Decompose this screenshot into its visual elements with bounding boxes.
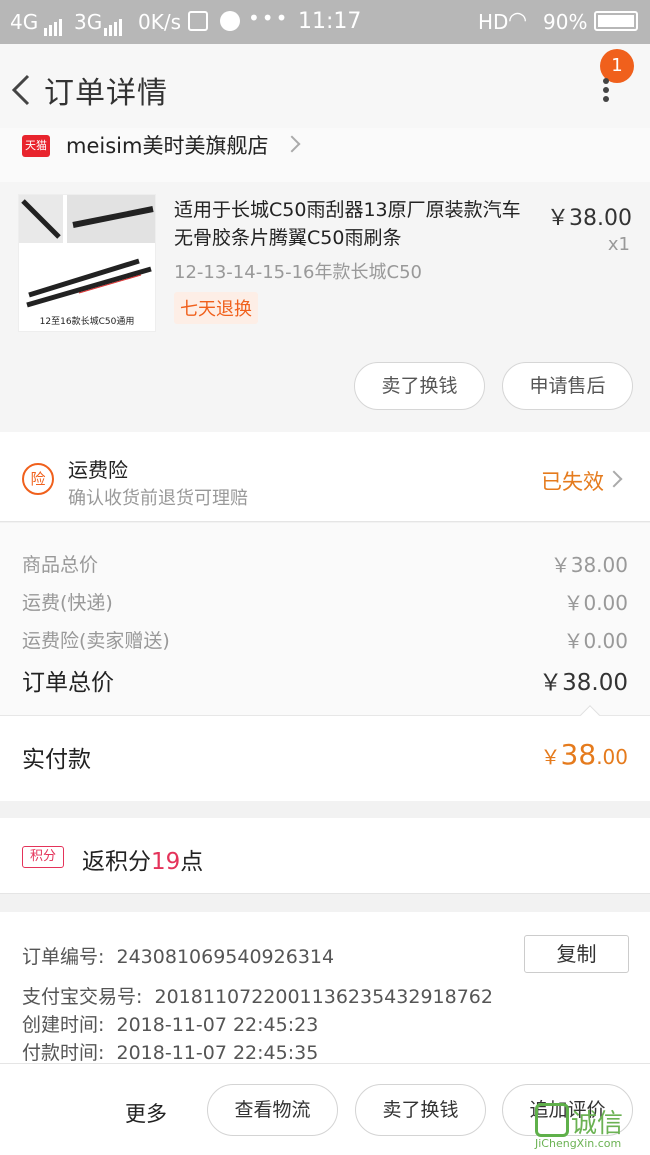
shipping-value: ￥0.00 bbox=[563, 591, 628, 615]
sell-for-cash-bottom-button[interactable]: 卖了换钱 bbox=[355, 1084, 486, 1136]
actual-payment-row: 实付款 ￥38.00 bbox=[0, 705, 650, 801]
carrier-4g: 4G bbox=[10, 10, 39, 34]
view-logistics-button[interactable]: 查看物流 bbox=[207, 1084, 338, 1136]
app-icon bbox=[220, 11, 240, 31]
order-number: 243081069540926314 bbox=[116, 946, 335, 968]
thumbnail-caption: 12至16款长城C50通用 bbox=[39, 317, 135, 327]
payment-decimal: .00 bbox=[596, 745, 628, 769]
carrier-3g: 3G bbox=[74, 10, 103, 34]
points-text: 返积分19点 bbox=[82, 842, 203, 876]
wiper-blade-image bbox=[19, 195, 155, 308]
created-label: 创建时间: bbox=[22, 1014, 105, 1036]
points-prefix: 返积分 bbox=[82, 849, 151, 875]
watermark-logo: 诚信 JiChengXin.com bbox=[535, 1103, 645, 1151]
created-time-row: 创建时间: 2018-11-07 22:45:23 bbox=[22, 1010, 318, 1037]
product-quantity: x1 bbox=[607, 234, 630, 255]
more-button[interactable]: 更多 bbox=[125, 1098, 167, 1128]
watermark-domain: JiChengXin.com bbox=[535, 1137, 622, 1150]
product-card: 12至16款长城C50通用 适用于长城C50雨刮器13原厂原装款汽车无骨胶条片腾… bbox=[0, 182, 650, 432]
after-sale-button[interactable]: 申请售后 bbox=[502, 362, 633, 410]
points-row: 积分 返积分19点 bbox=[0, 818, 650, 894]
alipay-number-row: 支付宝交易号: 2018110722001136235432918762 bbox=[22, 982, 493, 1009]
created-time: 2018-11-07 22:45:23 bbox=[116, 1014, 319, 1036]
product-price: ￥38.00 bbox=[547, 206, 632, 231]
copy-button[interactable]: 复制 bbox=[524, 935, 629, 973]
chevron-right-icon bbox=[605, 470, 623, 488]
currency-symbol: ￥ bbox=[540, 745, 561, 769]
alipay-number: 2018110722001136235432918762 bbox=[154, 986, 493, 1008]
goods-total-label: 商品总价 bbox=[22, 554, 99, 576]
product-sku: 12-13-14-15-16年款长城C50 bbox=[174, 262, 422, 283]
actual-payment-value: ￥38.00 bbox=[541, 738, 628, 771]
insurance-status: 已失效 bbox=[541, 470, 604, 494]
product-thumbnail[interactable]: 12至16款长城C50通用 bbox=[18, 194, 156, 332]
order-number-label: 订单编号: bbox=[22, 946, 105, 968]
taobao-icon bbox=[188, 11, 208, 31]
watermark-text: 诚信 bbox=[571, 1109, 624, 1139]
more-menu-icon[interactable] bbox=[600, 78, 612, 102]
points-number: 19 bbox=[151, 849, 181, 875]
order-number-row: 订单编号: 243081069540926314 bbox=[22, 942, 334, 969]
app-header: 订单详情 bbox=[0, 44, 650, 132]
order-info: 订单编号: 243081069540926314 复制 支付宝交易号: 2018… bbox=[0, 912, 650, 1072]
paid-time-row: 付款时间: 2018-11-07 22:45:35 bbox=[22, 1038, 318, 1065]
more-status-icon: ••• bbox=[248, 6, 290, 30]
watermark-icon bbox=[535, 1103, 569, 1137]
shipping-insurance-row[interactable]: 险 运费险 确认收货前退货可理赔 已失效 bbox=[0, 432, 650, 522]
insurance-subtitle: 确认收货前退货可理赔 bbox=[68, 488, 248, 509]
paid-time: 2018-11-07 22:45:35 bbox=[116, 1042, 319, 1064]
battery-percent: 90% bbox=[543, 10, 588, 34]
goods-total-value: ￥38.00 bbox=[550, 553, 628, 577]
chevron-right-icon bbox=[283, 135, 301, 153]
return-policy-tag: 七天退换 bbox=[174, 292, 258, 324]
actual-payment-label: 实付款 bbox=[22, 747, 91, 773]
signal-icon-2 bbox=[104, 12, 124, 36]
back-arrow-icon[interactable] bbox=[8, 72, 38, 108]
shipping-label: 运费(快递) bbox=[22, 592, 113, 614]
paid-label: 付款时间: bbox=[22, 1042, 105, 1064]
net-speed: 0K/s bbox=[138, 10, 181, 34]
clock: 11:17 bbox=[298, 9, 362, 34]
order-total-value: ￥38.00 bbox=[539, 670, 628, 696]
points-suffix: 点 bbox=[180, 849, 204, 875]
hd-indicator: HD bbox=[478, 10, 509, 34]
order-total-label: 订单总价 bbox=[22, 670, 114, 696]
price-summary: 商品总价 ￥38.00 运费(快递) ￥0.00 运费险(卖家赠送) ￥0.00… bbox=[0, 523, 650, 715]
insurance-fee-value: ￥0.00 bbox=[563, 629, 628, 653]
points-icon: 积分 bbox=[22, 846, 64, 868]
status-bar: 4G 3G 0K/s ••• 11:17 HD ◠ 90% bbox=[0, 0, 650, 44]
store-row[interactable]: 天猫 meisim美时美旗舰店 bbox=[0, 128, 650, 182]
product-title[interactable]: 适用于长城C50雨刮器13原厂原装款汽车无骨胶条片腾翼C50雨刷条 bbox=[174, 196, 534, 252]
insurance-title: 运费险 bbox=[68, 458, 128, 482]
store-name: meisim美时美旗舰店 bbox=[66, 134, 269, 158]
sell-for-cash-button[interactable]: 卖了换钱 bbox=[354, 362, 485, 410]
insurance-icon: 险 bbox=[22, 463, 54, 495]
tmall-icon: 天猫 bbox=[22, 135, 50, 157]
signal-icon bbox=[44, 12, 64, 36]
insurance-fee-label: 运费险(卖家赠送) bbox=[22, 630, 170, 652]
payment-integer: 38 bbox=[560, 738, 597, 771]
page-title: 订单详情 bbox=[44, 76, 168, 111]
wifi-icon: ◠ bbox=[508, 8, 528, 33]
alipay-label: 支付宝交易号: bbox=[22, 986, 143, 1008]
battery-icon bbox=[594, 11, 638, 31]
